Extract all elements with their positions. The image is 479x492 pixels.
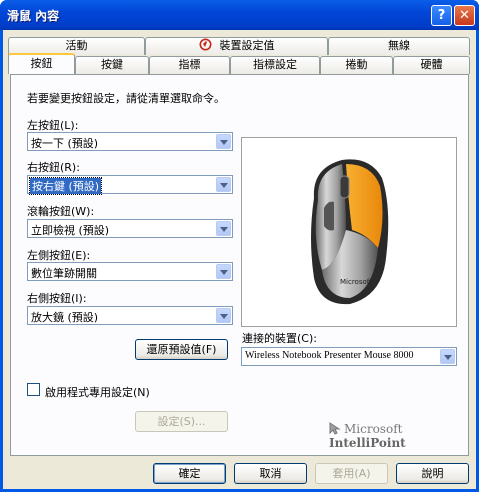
brand-intellipoint: IntelliPoint <box>329 436 406 450</box>
tab-scrolling-label: 捲動 <box>345 58 368 71</box>
tab-keys-label: 按鍵 <box>101 58 123 71</box>
app-specific-label: 啟用程式專用設定(N) <box>45 386 150 399</box>
close-button[interactable]: ✕ <box>454 5 475 26</box>
ok-button[interactable]: 確定 <box>153 463 226 484</box>
right-button-value: 按右鍵 (預設) <box>28 177 103 195</box>
window-title: 滑鼠 內容 <box>7 9 60 23</box>
title-bar[interactable]: 滑鼠 內容 ? ✕ <box>0 0 479 30</box>
apply-button[interactable]: 套用(A) <box>315 463 388 484</box>
tab-wireless-label: 無線 <box>388 39 410 52</box>
app-specific-checkbox[interactable] <box>27 383 40 396</box>
mouse-image: Microsoft <box>311 159 389 305</box>
tab-row-1: 活動 裝置設定值 無線 <box>8 37 470 55</box>
right-side-button-label: 右側按鈕(I): <box>27 292 87 305</box>
tab-buttons-label: 按鈕 <box>30 57 53 70</box>
connected-device-value: Wireless Notebook Presenter Mouse 8000 <box>245 350 414 361</box>
chevron-down-icon[interactable] <box>216 177 231 192</box>
wheel-button-label: 滾輪按鈕(W): <box>27 205 95 218</box>
instruction-text: 若要變更按鈕設定，請從清單選取命令。 <box>27 92 225 105</box>
right-button-select[interactable]: 按右鍵 (預設) <box>27 175 233 195</box>
tab-row-2: 按鈕 按鍵 指標 指標設定 捲動 硬體 <box>8 53 470 74</box>
connected-device-label: 連接的裝置(C): <box>242 332 317 345</box>
help-button[interactable]: 說明 <box>396 463 469 484</box>
tab-panel-buttons: 若要變更按鈕設定，請從清單選取命令。 左按鈕(L): 按一下 (預設) 右按鈕(… <box>10 74 469 456</box>
left-button-value: 按一下 (預設) <box>31 137 99 150</box>
restore-defaults-button[interactable]: 還原預設值(F) <box>135 339 228 360</box>
cancel-button[interactable]: 取消 <box>234 463 307 484</box>
mouse-preview: Microsoft <box>241 137 457 327</box>
intellipoint-brand: Microsoft IntelliPoint <box>329 422 468 450</box>
chevron-down-icon[interactable] <box>216 308 231 323</box>
chevron-down-icon[interactable] <box>216 221 231 236</box>
settings-button[interactable]: 設定(S)... <box>135 411 228 432</box>
left-side-button-select[interactable]: 數位筆跡開關 <box>27 262 233 281</box>
tab-buttons[interactable]: 按鈕 <box>8 53 75 74</box>
tab-device-settings-label: 裝置設定值 <box>219 39 275 52</box>
tab-activity-label: 活動 <box>65 39 88 52</box>
tab-scrolling[interactable]: 捲動 <box>320 56 393 74</box>
left-button-label: 左按鈕(L): <box>27 119 79 132</box>
tab-pointer-settings-label: 指標設定 <box>253 58 297 71</box>
connected-device-select[interactable]: Wireless Notebook Presenter Mouse 8000 <box>241 347 457 366</box>
chevron-down-icon[interactable] <box>216 264 231 279</box>
right-side-button-value: 放大鏡 (預設) <box>31 311 99 324</box>
dialog-window: 滑鼠 內容 ? ✕ 活動 裝置設定值 無線 按鈕 按鍵 指標 指標設定 捲動 硬… <box>0 0 479 492</box>
mouse-logo: Microsoft <box>340 278 372 286</box>
chevron-down-icon[interactable] <box>440 349 455 364</box>
tab-hardware-label: 硬體 <box>420 58 443 71</box>
tab-device-settings[interactable]: 裝置設定值 <box>145 37 328 55</box>
tab-pointer-settings[interactable]: 指標設定 <box>230 56 320 74</box>
left-button-select[interactable]: 按一下 (預設) <box>27 132 233 151</box>
tab-keys[interactable]: 按鍵 <box>75 56 149 74</box>
tab-pointer[interactable]: 指標 <box>149 56 230 74</box>
left-side-button-label: 左側按鈕(E): <box>27 249 91 262</box>
device-settings-icon <box>199 38 212 51</box>
wheel-button-value: 立即檢視 (預設) <box>31 224 110 237</box>
help-title-button[interactable]: ? <box>431 5 452 26</box>
tab-pointer-label: 指標 <box>178 58 201 71</box>
cursor-icon <box>329 422 341 435</box>
dialog-client: 活動 裝置設定值 無線 按鈕 按鍵 指標 指標設定 捲動 硬體 若要變更按鈕設定… <box>3 30 476 489</box>
left-side-button-value: 數位筆跡開關 <box>31 267 97 280</box>
tab-wireless[interactable]: 無線 <box>328 37 470 55</box>
right-button-label: 右按鈕(R): <box>27 161 80 174</box>
wheel-button-select[interactable]: 立即檢視 (預設) <box>27 219 233 238</box>
tab-hardware[interactable]: 硬體 <box>393 56 470 74</box>
chevron-down-icon[interactable] <box>216 134 231 149</box>
brand-microsoft: Microsoft <box>344 422 403 436</box>
right-side-button-select[interactable]: 放大鏡 (預設) <box>27 306 233 325</box>
